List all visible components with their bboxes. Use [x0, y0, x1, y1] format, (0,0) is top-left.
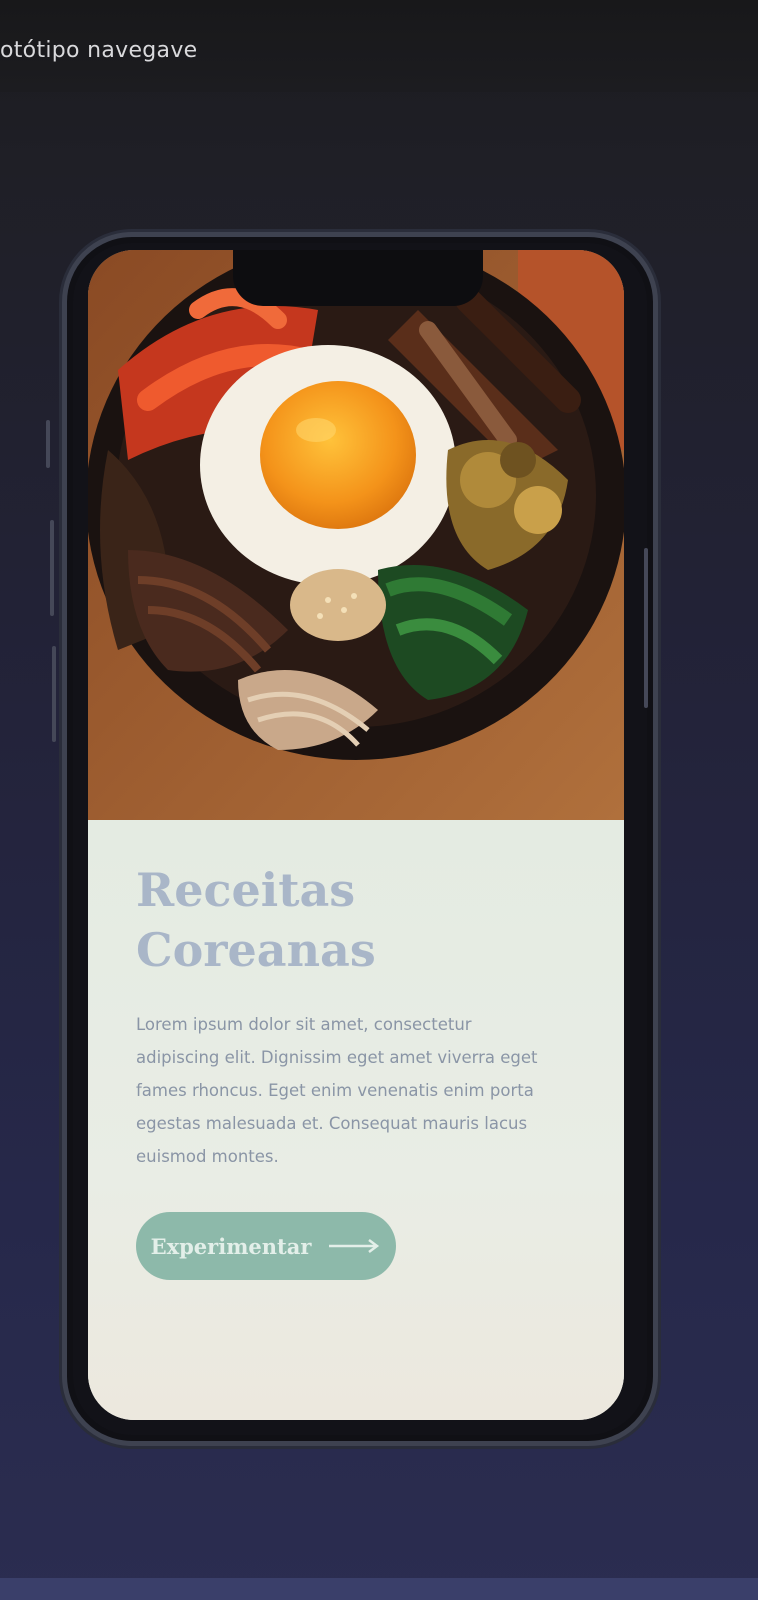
phone-side-button — [46, 420, 50, 468]
window-title: otótipo navegave — [0, 38, 198, 63]
phone-volume-down-button — [52, 646, 56, 742]
phone-power-button — [644, 548, 648, 708]
phone-screen: Receitas Coreanas Lorem ipsum dolor sit … — [88, 250, 624, 1420]
recipe-description: Lorem ipsum dolor sit amet, consectetur … — [136, 1015, 538, 1166]
experimentar-button-label: Experimentar — [150, 1233, 312, 1259]
taskbar — [0, 1578, 758, 1600]
hero-image — [88, 250, 624, 820]
arrow-right-icon — [329, 1239, 380, 1253]
experimentar-button[interactable]: Experimentar — [136, 1212, 396, 1280]
phone-notch — [233, 250, 483, 306]
title-line-2: Coreanas — [136, 923, 376, 977]
page-title: Receitas Coreanas — [136, 860, 556, 980]
title-line-1: Receitas — [136, 863, 356, 917]
bibimbap-bowl-photo — [88, 250, 624, 820]
recipe-card: Receitas Coreanas Lorem ipsum dolor sit … — [88, 820, 624, 1420]
phone-volume-up-button — [50, 520, 54, 616]
